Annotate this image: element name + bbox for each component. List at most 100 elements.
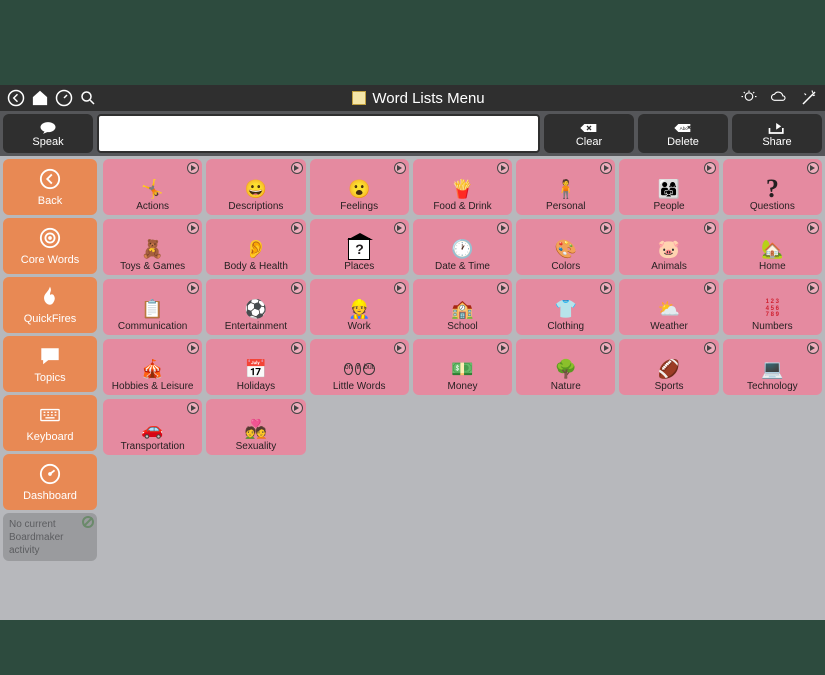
back-icon[interactable] <box>6 88 26 108</box>
tile-icon: 🎨 <box>552 236 580 262</box>
tile-label: Transportation <box>121 442 185 452</box>
tile-label: Sports <box>655 382 684 392</box>
tile-date-time[interactable]: 🕐Date & Time <box>413 219 512 275</box>
tile-label: Entertainment <box>225 322 287 332</box>
tile-label: Hobbies & Leisure <box>112 382 194 392</box>
tile-label: Toys & Games <box>120 262 185 272</box>
question-icon: ? <box>758 176 786 202</box>
folder-arrow-icon <box>291 162 303 174</box>
tile-body-health[interactable]: 👂Body & Health <box>206 219 305 275</box>
sidebar-back[interactable]: Back <box>3 159 97 215</box>
tile-label: Sexuality <box>236 442 277 452</box>
tile-label: Feelings <box>340 202 378 212</box>
tile-nature[interactable]: 🌳Nature <box>516 339 615 395</box>
folder-arrow-icon <box>600 342 612 354</box>
tile-label: Clothing <box>547 322 584 332</box>
cloud-sync-icon[interactable] <box>769 88 789 108</box>
numbers-icon: 1 2 3 4 5 6 7 8 9 <box>758 296 786 322</box>
sidebar-dashboard[interactable]: Dashboard <box>3 454 97 510</box>
message-input-wrap <box>97 114 540 153</box>
tile-personal[interactable]: 🧍Personal <box>516 159 615 215</box>
tile-communication[interactable]: 📋Communication <box>103 279 202 335</box>
target-icon <box>38 227 62 252</box>
tile-numbers[interactable]: 1 2 3 4 5 6 7 8 9Numbers <box>723 279 822 335</box>
tile-label: Personal <box>546 202 585 212</box>
tile-icon: 🧸 <box>139 236 167 262</box>
tile-actions[interactable]: 🤸Actions <box>103 159 202 215</box>
message-input[interactable] <box>97 114 540 153</box>
gauge-icon <box>38 463 62 488</box>
delete-label: Delete <box>667 136 699 148</box>
tile-label: Animals <box>651 262 687 272</box>
tile-colors[interactable]: 🎨Colors <box>516 219 615 275</box>
sidebar-boardmaker-disabled: No currentBoardmakeractivity <box>3 513 97 561</box>
folder-arrow-icon <box>807 282 819 294</box>
tile-icon: ⛅ <box>655 296 683 322</box>
tile-food-drink[interactable]: 🍟Food & Drink <box>413 159 512 215</box>
delete-icon: Abc <box>673 120 693 136</box>
grid-scroll[interactable]: 🤸Actions😀Descriptions😮Feelings🍟Food & Dr… <box>100 156 825 620</box>
tile-entertainment[interactable]: ⚽Entertainment <box>206 279 305 335</box>
tile-icon: 📅 <box>242 356 270 382</box>
folder-arrow-icon <box>187 162 199 174</box>
folder-arrow-icon <box>187 342 199 354</box>
folder-arrow-icon <box>807 162 819 174</box>
sidebar-topics[interactable]: Topics <box>3 336 97 392</box>
tile-transportation[interactable]: 🚗Transportation <box>103 399 202 455</box>
sidebar-item-label: QuickFires <box>24 313 77 325</box>
tile-home[interactable]: 🏡Home <box>723 219 822 275</box>
tile-label: Technology <box>747 382 798 392</box>
tile-clothing[interactable]: 👕Clothing <box>516 279 615 335</box>
tile-work[interactable]: 👷Work <box>310 279 409 335</box>
folder-arrow-icon <box>497 222 509 234</box>
page-title: Word Lists Menu <box>104 90 733 107</box>
lightbulb-icon[interactable] <box>739 88 759 108</box>
tile-icon: ⚽ <box>242 296 270 322</box>
tile-school[interactable]: 🏫School <box>413 279 512 335</box>
tile-icon: 🎪 <box>139 356 167 382</box>
sidebar-quickfires[interactable]: QuickFires <box>3 277 97 333</box>
tile-label: Work <box>348 322 371 332</box>
tile-holidays[interactable]: 📅Holidays <box>206 339 305 395</box>
share-icon <box>767 120 787 136</box>
tile-places[interactable]: ?Places <box>310 219 409 275</box>
tile-little-words[interactable]: onifbutLittle Words <box>310 339 409 395</box>
search-icon[interactable] <box>78 88 98 108</box>
tile-animals[interactable]: 🐷Animals <box>619 219 718 275</box>
tile-label: Nature <box>551 382 581 392</box>
tile-feelings[interactable]: 😮Feelings <box>310 159 409 215</box>
tile-questions[interactable]: ?Questions <box>723 159 822 215</box>
folder-arrow-icon <box>704 162 716 174</box>
tile-icon: 🏈 <box>655 356 683 382</box>
keyboard-icon <box>38 404 62 429</box>
tile-hobbies-leisure[interactable]: 🎪Hobbies & Leisure <box>103 339 202 395</box>
sidebar: Back Core Words QuickFires TopicsKeyboardDa… <box>0 156 100 620</box>
tile-label: School <box>447 322 478 332</box>
tile-sports[interactable]: 🏈Sports <box>619 339 718 395</box>
tile-label: Little Words <box>333 382 386 392</box>
speak-button[interactable]: Speak <box>3 114 93 153</box>
tile-toys-games[interactable]: 🧸Toys & Games <box>103 219 202 275</box>
tile-money[interactable]: 💵Money <box>413 339 512 395</box>
tile-people[interactable]: 👨‍👩‍👧People <box>619 159 718 215</box>
share-button[interactable]: Share <box>732 114 822 153</box>
tile-technology[interactable]: 💻Technology <box>723 339 822 395</box>
tile-weather[interactable]: ⛅Weather <box>619 279 718 335</box>
clear-icon <box>579 120 599 136</box>
delete-button[interactable]: Abc Delete <box>638 114 728 153</box>
titlebar: Word Lists Menu <box>0 85 825 111</box>
clear-button[interactable]: Clear <box>544 114 634 153</box>
gauge-icon[interactable] <box>54 88 74 108</box>
sidebar-core-words[interactable]: Core Words <box>3 218 97 274</box>
folder-arrow-icon <box>600 282 612 294</box>
tile-icon: 👂 <box>242 236 270 262</box>
sidebar-keyboard[interactable]: Keyboard <box>3 395 97 451</box>
magic-wand-icon[interactable] <box>799 88 819 108</box>
speak-label: Speak <box>32 136 63 148</box>
home-icon[interactable] <box>30 88 50 108</box>
speech-bubble-icon <box>38 120 58 136</box>
folder-arrow-icon <box>187 222 199 234</box>
sidebar-item-label: Core Words <box>21 254 79 266</box>
tile-descriptions[interactable]: 😀Descriptions <box>206 159 305 215</box>
tile-sexuality[interactable]: 💑Sexuality <box>206 399 305 455</box>
